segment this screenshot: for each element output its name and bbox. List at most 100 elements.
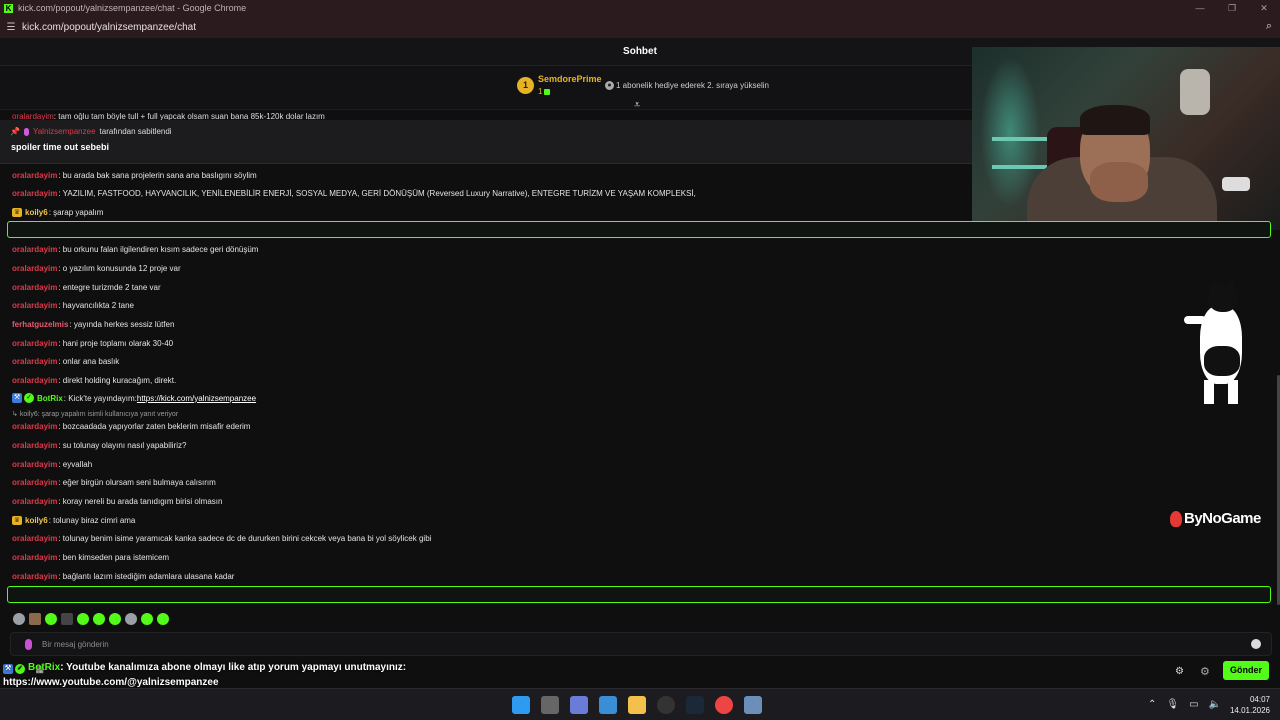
message-text: : bozcaadada yapıyorlar zaten beklerim m… (58, 421, 251, 431)
settings-icon[interactable]: ⚙ (1175, 666, 1184, 677)
message-text: : koray nereli bu arada tanıdıgım birisi… (58, 496, 223, 506)
emote-icon[interactable] (61, 613, 73, 625)
emoji-icon[interactable] (1251, 639, 1261, 649)
message-username[interactable]: koily6 (25, 208, 48, 217)
chat-message: oralardayim: bağlantı lazım istediğim ad… (12, 570, 234, 582)
pinned-message: 📌 Yalnizsempanzee tarafından sabitlendi … (0, 120, 972, 164)
crown-badge-icon: ♛ (12, 515, 22, 525)
bot-badge-icon: ⚒ (3, 664, 13, 674)
webcam-feed (972, 47, 1280, 230)
address-text[interactable]: kick.com/popout/yalnizsempanzee/chat (22, 22, 196, 33)
emote-icon[interactable] (45, 613, 57, 625)
message-username[interactable]: oralardayim (12, 189, 57, 198)
chat-message: oralardayim: direkt holding kuracağım, d… (12, 374, 176, 386)
windows-start-icon[interactable] (512, 696, 530, 714)
message-username[interactable]: oralardayim (12, 301, 57, 310)
obs-icon[interactable] (657, 696, 675, 714)
message-username[interactable]: oralardayim (12, 497, 57, 506)
minimize-icon[interactable]: — (1184, 0, 1216, 16)
pinned-by[interactable]: Yalnizsempanzee (33, 127, 96, 136)
message-username[interactable]: oralardayim (12, 553, 57, 562)
chat-message: oralardayim: tolunay benim isime yaramıc… (12, 532, 431, 544)
gift-text: 1 abonelik hediye ederek 2. sıraya yükse… (616, 81, 769, 90)
message-username[interactable]: oralardayim (12, 376, 57, 385)
message-username[interactable]: oralardayim (12, 357, 57, 366)
task-view-icon[interactable] (541, 696, 559, 714)
file-explorer-icon[interactable] (628, 696, 646, 714)
emote-icon[interactable] (141, 613, 153, 625)
message-text: : hayvancılıkta 2 tane (58, 300, 134, 310)
chat-message: oralardayim: ben kimseden para istemicem (12, 551, 169, 563)
snipping-icon[interactable] (570, 696, 588, 714)
steam-icon[interactable] (686, 696, 704, 714)
close-icon[interactable]: ✕ (1248, 0, 1280, 16)
chat-input-placeholder: Bir mesaj gönderin (42, 640, 109, 649)
chat-input[interactable]: Bir mesaj gönderin (10, 632, 1272, 656)
chat-message: ferhatguzelmis: yayında herkes sessiz lü… (12, 318, 174, 330)
message-username[interactable]: oralardayim (12, 460, 57, 469)
message-username[interactable]: oralardayim (12, 422, 57, 431)
tray-network-icon[interactable]: ▭ (1189, 699, 1198, 710)
photos-icon[interactable] (599, 696, 617, 714)
emote-icon[interactable] (125, 613, 137, 625)
restore-icon[interactable]: ❐ (1216, 0, 1248, 16)
message-text: : şarap yapalım (48, 207, 104, 217)
chat-message: oralardayim: bu orkunu falan ilgilendire… (12, 243, 258, 255)
users-icon[interactable]: ⚙ (1200, 665, 1210, 678)
kick-logo-icon: K (4, 3, 13, 13)
emote-bar (13, 613, 169, 625)
emote-icon[interactable] (109, 613, 121, 625)
message-username[interactable]: oralardayim (12, 245, 57, 254)
send-button[interactable]: Gönder (1223, 661, 1269, 680)
message-text: : o yazılım konusunda 12 proje var (58, 263, 181, 273)
message-username[interactable]: koily6 (25, 516, 48, 525)
window-title: kick.com/popout/yalnizsempanzee/chat - G… (18, 3, 247, 13)
message-text: : tolunay biraz cimri ama (48, 515, 136, 525)
message-username[interactable]: oralardayim (12, 339, 57, 348)
message-username[interactable]: oralardayim (12, 478, 57, 487)
scroll-down-icon[interactable]: ⩡ (634, 100, 640, 111)
highlight-row (7, 389, 1271, 406)
message-username[interactable]: oralardayim (12, 572, 57, 581)
zoom-icon[interactable]: ⌕ (1266, 20, 1272, 33)
media-icon[interactable] (744, 696, 762, 714)
message-text: : su tolunay olayını nasıl yapabiliriz? (58, 440, 187, 450)
emote-icon[interactable] (13, 613, 25, 625)
chat-message: oralardayim: onlar ana baslık (12, 355, 119, 367)
message-username[interactable]: oralardayim (12, 283, 57, 292)
tray-volume-icon[interactable]: 🔈 (1209, 699, 1221, 710)
emote-icon[interactable] (93, 613, 105, 625)
chat-message: oralardayim: YAZILIM, FASTFOOD, HAYVANCI… (12, 187, 696, 199)
message-username[interactable]: oralardayim (12, 171, 57, 180)
message-text: : eğer birgün olursam seni bulmaya calıs… (58, 477, 216, 487)
leader-count: 1 (538, 87, 551, 96)
bynogame-logo: ByNoGame (1170, 510, 1261, 527)
leader-name[interactable]: SemdorePrime (538, 74, 602, 84)
message-username[interactable]: ferhatguzelmis (12, 320, 68, 329)
message-text: : direkt holding kuracağım, direkt. (58, 375, 177, 385)
taskbar: ⌃ 🎙 ▭ 🔈 04:07 14.01.2026 (0, 688, 1280, 720)
emote-icon[interactable] (29, 613, 41, 625)
address-bar[interactable]: ☰ kick.com/popout/yalnizsempanzee/chat ⌕ (0, 16, 1280, 38)
highlight-row (7, 221, 1271, 238)
chat-message: oralardayim: koray nereli bu arada tanıd… (12, 495, 222, 507)
verified-icon: ✓ (15, 664, 25, 674)
chrome-titlebar: K kick.com/popout/yalnizsempanzee/chat -… (0, 0, 1280, 16)
mic-icon (25, 639, 32, 650)
message-username[interactable]: oralardayim (12, 264, 57, 273)
message-text: : yayında herkes sessiz lütfen (69, 319, 175, 329)
message-username[interactable]: oralardayim (12, 441, 57, 450)
tray-chevron-icon[interactable]: ⌃ (1148, 699, 1156, 710)
chat-message: oralardayim: eyvallah (12, 458, 92, 470)
emote-icon[interactable] (157, 613, 169, 625)
message-username[interactable]: oralardayim (12, 534, 57, 543)
tray-mic-icon[interactable]: 🎙 (1166, 699, 1179, 710)
chat-message: oralardayim: su tolunay olayını nasıl ya… (12, 439, 186, 451)
reply-hint: ↳ koily6: şarap yapalım isimli kullanıcı… (12, 411, 179, 418)
emote-icon[interactable] (77, 613, 89, 625)
system-clock[interactable]: 04:07 14.01.2026 (1228, 694, 1270, 716)
chrome-icon[interactable] (715, 696, 733, 714)
message-text: : ben kimseden para istemicem (58, 552, 170, 562)
message-text: : onlar ana baslık (58, 356, 120, 366)
site-info-icon[interactable]: ☰ (0, 22, 22, 33)
